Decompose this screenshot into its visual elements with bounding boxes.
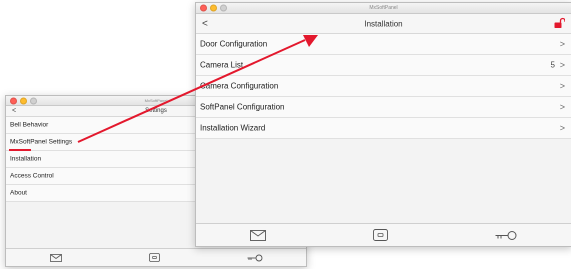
installation-highlight-underline [9, 149, 31, 151]
installation-item-installation-wizard[interactable]: Installation Wizard > [196, 118, 571, 139]
key-icon[interactable] [247, 254, 263, 262]
installation-item-label: Camera List [200, 60, 244, 70]
installation-item-door-configuration[interactable]: Door Configuration > [196, 34, 571, 55]
installation-item-label: Door Configuration [200, 39, 268, 49]
mail-icon[interactable] [49, 253, 62, 262]
door-station-icon[interactable] [148, 253, 160, 262]
close-window-button[interactable] [10, 97, 17, 104]
installation-item-camera-list[interactable]: Camera List 5 > [196, 55, 571, 76]
installation-tabbar [196, 223, 571, 246]
settings-item-label: MxSoftPanel Settings [10, 138, 73, 146]
settings-item-label: Installation [10, 155, 42, 163]
chevron-right-icon: > [559, 123, 565, 133]
installation-navbar: < Installation [196, 14, 571, 34]
window-controls [200, 4, 227, 12]
camera-count-badge: 5 [550, 60, 555, 70]
page-title: Installation [364, 19, 403, 28]
settings-tabbar [6, 248, 306, 266]
minimize-window-button[interactable] [20, 97, 27, 104]
window-title: MxSoftPanel [369, 5, 398, 11]
installation-item-label: SoftPanel Configuration [200, 102, 285, 112]
zoom-window-button[interactable] [220, 4, 227, 12]
window-title: MxSoftPanel [144, 98, 168, 103]
chevron-right-icon: > [559, 60, 565, 70]
screenshot-stage: MxSoftPanel < Settings Bell Behavior MxS… [0, 0, 571, 269]
unlocked-padlock-icon[interactable] [554, 17, 566, 30]
mail-icon[interactable] [249, 229, 266, 241]
window-controls [10, 97, 37, 104]
minimize-window-button[interactable] [210, 4, 217, 12]
chevron-right-icon: > [559, 102, 565, 112]
installation-item-softpanel-configuration[interactable]: SoftPanel Configuration > [196, 97, 571, 118]
settings-item-label: Bell Behavior [10, 121, 49, 129]
key-icon[interactable] [495, 230, 517, 241]
installation-window-titlebar[interactable]: MxSoftPanel [196, 3, 571, 14]
installation-item-label: Camera Configuration [200, 81, 279, 91]
chevron-right-icon: > [559, 39, 565, 49]
close-window-button[interactable] [200, 4, 207, 12]
installation-item-label: Installation Wizard [200, 123, 266, 133]
chevron-right-icon: > [559, 81, 565, 91]
installation-item-camera-configuration[interactable]: Camera Configuration > [196, 76, 571, 97]
zoom-window-button[interactable] [30, 97, 37, 104]
installation-window: MxSoftPanel < Installation Door Configur… [195, 2, 571, 247]
settings-item-label: About [10, 189, 27, 197]
door-station-icon[interactable] [373, 229, 388, 241]
installation-menu-list: Door Configuration > Camera List 5 > Cam… [196, 34, 571, 139]
settings-item-label: Access Control [10, 172, 54, 180]
